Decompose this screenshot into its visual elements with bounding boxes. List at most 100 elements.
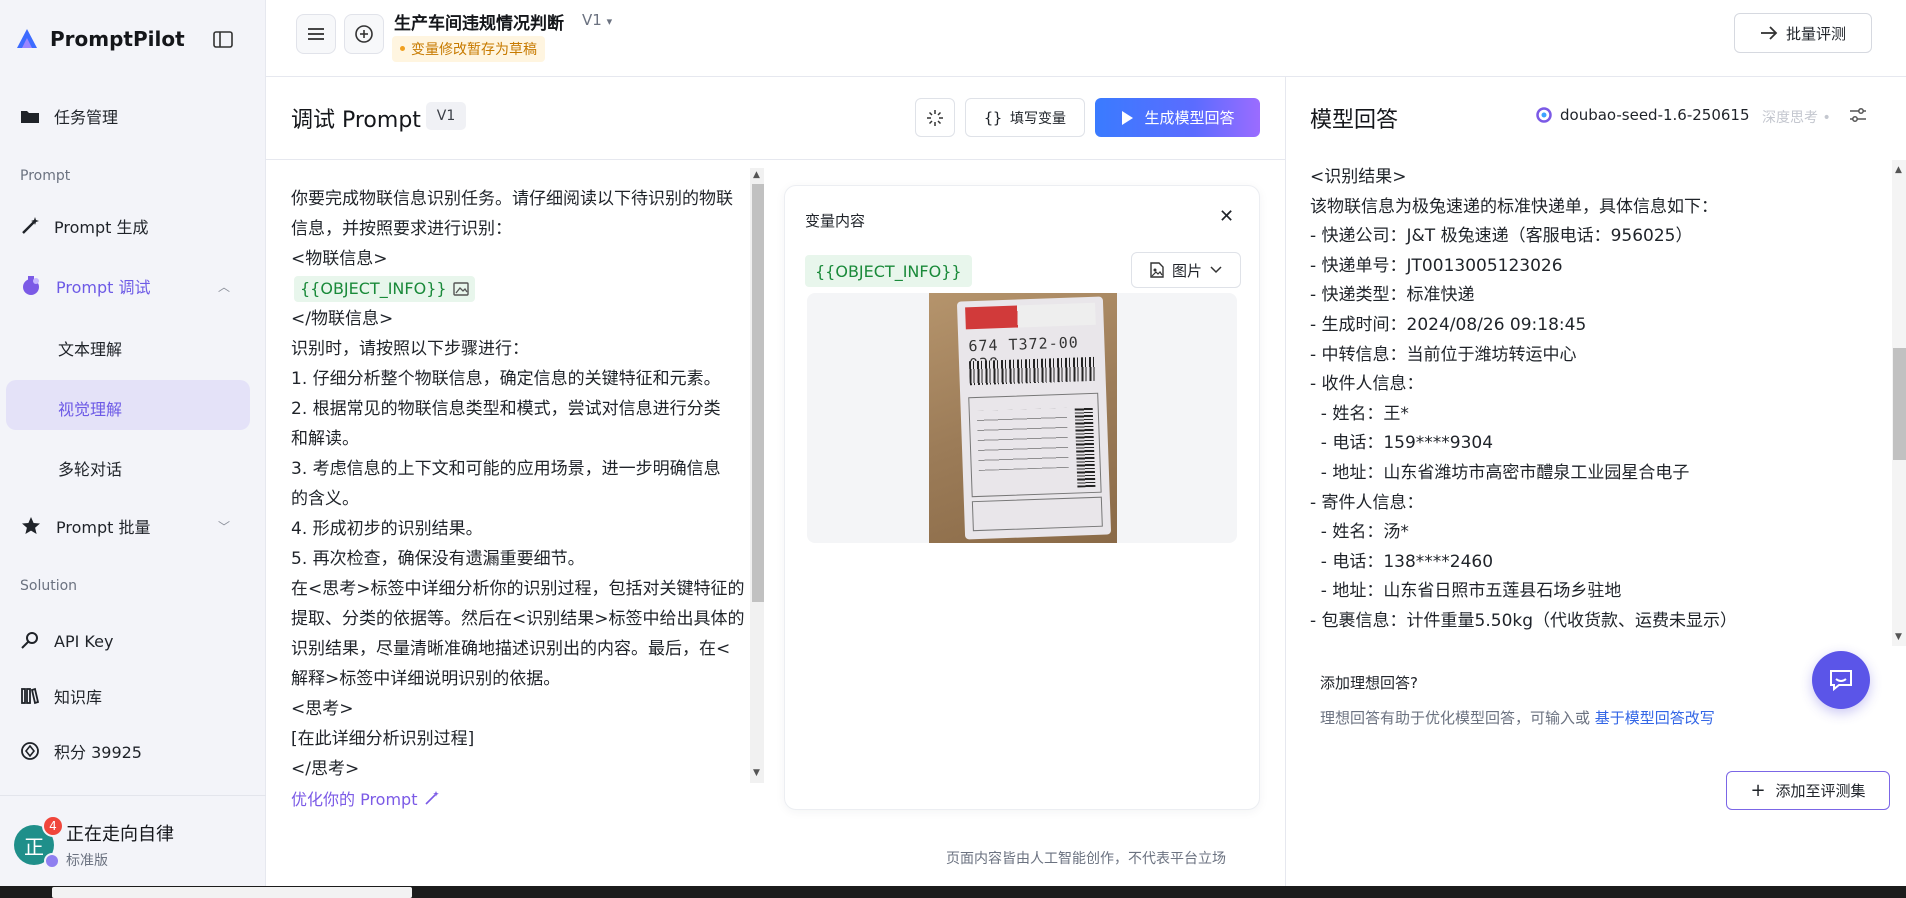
sidebar-subitem-vision[interactable]: 视觉理解 [58,396,122,420]
variable-name-tag: {{OBJECT_INFO}} [805,255,972,287]
dot-icon [400,46,405,51]
answer-line: - 寄件人信息： [1310,492,1424,513]
prompt-line: 提取、分类的依据等。然后在<识别结果>标签中给出具体的 [291,609,745,629]
sidebar-divider [0,795,266,796]
sidebar-item-knowledge-base[interactable]: 知识库 [20,684,102,708]
sidebar-item-prompt-debug[interactable]: Prompt 调试 [20,274,151,298]
ideal-answer-title: 添加理想回答? [1320,674,1418,692]
generate-answer-button[interactable]: 生成模型回答 [1095,98,1260,137]
answer-line: - 收件人信息： [1310,374,1424,395]
prompt-version-chip[interactable]: V1 [426,102,466,130]
menu-button[interactable] [296,14,336,54]
play-icon [1122,110,1134,125]
variable-card: 变量内容 ✕ {{OBJECT_INFO}} 图片 674 T372-00 03… [784,185,1260,810]
chevron-down-icon: ▾ [606,15,613,28]
magic-wand-icon [22,217,39,234]
prompt-line: 5. 再次检查，确保没有遗漏重要细节。 [291,549,585,569]
sidebar-item-label: 积分 39925 [54,743,142,762]
panel-header-divider [266,159,1285,160]
sidebar-item-points[interactable]: 积分 39925 [20,739,142,763]
prompt-line: <物联信息> [291,249,388,269]
sidebar-subitem-text[interactable]: 文本理解 [58,336,122,360]
footer-disclaimer: 页面内容皆由人工智能创作，不代表平台立场 [946,851,1226,867]
sidebar: PromptPilot 任务管理 Prompt Prompt 生成 Prompt… [0,0,266,886]
answer-line: - 包裹信息：计件重量5.50kg（代收货款、运费未显示） [1310,610,1738,631]
prompt-line: 1. 仔细分析整个物联信息，确定信息的关键特征和元素。 [291,369,721,389]
promptpilot-logo-icon [17,29,37,48]
sidebar-subitem-active-bg [6,380,250,430]
prompt-scrollbar-thumb[interactable] [752,184,764,602]
hamburger-icon [308,28,324,40]
prompt-line: 和解读。 [291,429,359,449]
taskbar-search[interactable] [52,887,412,898]
arrow-right-icon [1760,26,1778,40]
scroll-down-icon[interactable]: ▼ [753,768,760,778]
weight-box [971,496,1103,532]
variable-image-preview[interactable]: 674 T372-00 038 [807,293,1237,543]
sidebar-item-prompt-batch[interactable]: Prompt 批量 [20,514,151,538]
close-icon[interactable]: ✕ [1219,206,1234,227]
model-select[interactable]: doubao-seed-1.6-250615 [1536,106,1750,124]
sidebar-item-label: Prompt 生成 [54,218,149,237]
prompt-line: 2. 根据常见的物联信息类型和模式，尝试对信息进行分类 [291,399,721,419]
chevron-down-icon[interactable]: ﹀ [218,518,230,535]
prompt-line: 的含义。 [291,489,359,509]
parcel-photo: 674 T372-00 038 [929,293,1117,543]
answer-line: - 姓名：王* [1310,403,1409,424]
vertical-barcode [1074,406,1096,488]
model-answer-text: <识别结果> 该物联信息为极兔速递的标准快递单，具体信息如下： - 快递公司：J… [1310,162,1870,636]
user-profile[interactable]: 正 4 正在走向自律 标准版 [14,815,174,870]
answer-line: - 姓名：汤* [1310,522,1409,543]
shipping-label: 674 T372-00 038 [956,296,1112,540]
sparkle-button[interactable] [915,98,955,137]
sidebar-subitem-multiturn[interactable]: 多轮对话 [58,456,122,480]
sidebar-item-prompt-generate[interactable]: Prompt 生成 [20,214,149,238]
address-lines [976,407,1069,471]
brand-name: PromptPilot [50,27,185,51]
prompt-editor[interactable]: 你要完成物联信息识别任务。请仔细阅读以下待识别的物联 信息，并按照要求进行识别：… [291,184,751,784]
scroll-up-icon[interactable]: ▲ [1895,165,1902,175]
scroll-up-icon[interactable]: ▲ [753,170,760,180]
prompt-line: 3. 考虑信息的上下文和可能的应用场景，进一步明确信息 [291,459,721,479]
sliders-icon[interactable] [1848,106,1868,128]
chevron-up-icon[interactable]: ︿ [218,278,230,295]
prompt-line: </物联信息> [291,309,394,329]
add-button[interactable] [344,14,384,54]
sidebar-item-label: Prompt 调试 [56,278,151,297]
prompt-line: 识别时，请按照以下步骤进行： [291,339,529,359]
brand[interactable]: PromptPilot [14,26,185,52]
star-badge-icon [22,517,40,534]
answer-scrollbar-thumb[interactable] [1893,348,1906,460]
user-name: 正在走向自律 [66,824,174,845]
answer-line: - 地址：山东省潍坊市高密市醴泉工业园星合电子 [1310,462,1690,483]
prompt-line: 识别结果，尽量清晰准确地描述识别出的内容。最后，在< [291,639,731,659]
label-header [965,302,1096,330]
fill-variable-button[interactable]: {} 填写变量 [965,98,1085,137]
chevron-down-icon [1210,266,1222,274]
optimize-prompt-link[interactable]: 优化你的 Prompt [291,786,440,810]
version-select[interactable]: V1 ▾ [582,11,612,29]
chat-support-button[interactable] [1812,651,1870,709]
sidebar-item-api-key[interactable]: API Key [20,629,113,653]
batch-evaluate-button[interactable]: 批量评测 [1734,13,1872,53]
panel-divider [1285,77,1286,886]
top-bar: 生产车间违规情况判断 V1 ▾ 变量修改暂存为草稿 批量评测 [266,0,1906,77]
answer-line: - 快递公司：J&T 极兔速递（客服电话：956025） [1310,226,1693,247]
chat-bubble-icon [1830,670,1852,692]
variable-type-select[interactable]: 图片 [1131,252,1241,288]
rewrite-from-answer-link[interactable]: 基于模型回答改写 [1595,709,1715,727]
deep-think-toggle[interactable]: 深度思考 • [1762,107,1831,127]
variable-chip[interactable]: {{OBJECT_INFO}} [294,276,475,302]
prompt-line: [在此详细分析识别过程] [291,729,475,749]
scroll-down-icon[interactable]: ▼ [1895,632,1902,642]
coin-icon [21,742,39,760]
answer-line: - 快递单号：JT0013005123026 [1310,255,1563,276]
sidebar-item-task-management[interactable]: 任务管理 [20,104,118,128]
key-icon [21,632,38,649]
books-icon [21,687,40,705]
sidebar-collapse-icon[interactable] [212,30,236,52]
braces-icon: {} [983,108,1003,127]
flask-icon [23,276,39,295]
avatar[interactable]: 正 4 [14,815,64,869]
add-to-eval-set-button[interactable]: + 添加至评测集 [1726,771,1890,810]
